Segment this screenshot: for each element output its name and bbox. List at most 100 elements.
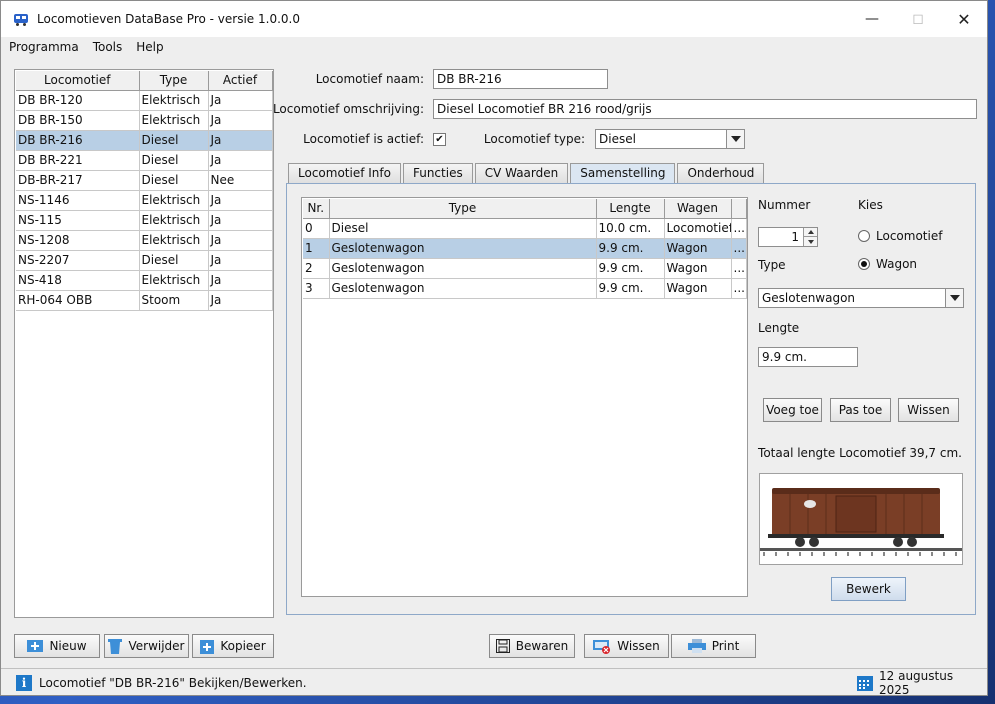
calendar-icon bbox=[857, 675, 873, 691]
nummer-stepper[interactable]: 1 bbox=[758, 227, 818, 247]
voeg-toe-button[interactable]: Voeg toe bbox=[763, 398, 822, 422]
nieuw-button[interactable]: Nieuw bbox=[14, 634, 100, 658]
column-header-locomotief[interactable]: Locomotief bbox=[16, 71, 140, 91]
table-row[interactable]: DB BR-120 Elektrisch Ja bbox=[16, 90, 273, 111]
cell-lengte: 10.0 cm. bbox=[596, 218, 665, 239]
cell-actief: Ja bbox=[208, 290, 273, 311]
bewaren-button[interactable]: Bewaren bbox=[489, 634, 575, 658]
tab-locomotief-info[interactable]: Locomotief Info bbox=[288, 163, 401, 184]
cell-locomotief: NS-115 bbox=[16, 210, 140, 231]
wagon-image bbox=[759, 473, 963, 565]
tab-functies[interactable]: Functies bbox=[402, 163, 473, 184]
menu-help[interactable]: Help bbox=[130, 40, 169, 54]
app-window: Locomotieven DataBase Pro - versie 1.0.0… bbox=[0, 0, 988, 697]
wissen-side-button[interactable]: Wissen bbox=[898, 398, 959, 422]
chevron-up-icon bbox=[808, 230, 814, 234]
table-row[interactable]: RH-064 OBB Stoom Ja bbox=[16, 290, 273, 311]
tab-cv-waarden[interactable]: CV Waarden bbox=[474, 163, 569, 184]
table-row[interactable]: NS-2207 Diesel Ja bbox=[16, 250, 273, 271]
cell-actief: Ja bbox=[208, 210, 273, 231]
description-input[interactable]: Diesel Locomotief BR 216 rood/grijs bbox=[433, 99, 977, 119]
chevron-down-icon bbox=[730, 136, 741, 142]
bewerk-button[interactable]: Bewerk bbox=[831, 577, 906, 601]
cell-edit[interactable]: ... bbox=[731, 218, 747, 239]
verwijder-label: Verwijder bbox=[128, 639, 185, 653]
column-header-wagen[interactable]: Wagen bbox=[664, 199, 732, 219]
wissen-label: Wissen bbox=[617, 639, 660, 653]
wissen-button[interactable]: Wissen bbox=[584, 634, 669, 658]
cell-type: Elektrisch bbox=[139, 230, 209, 251]
table-row[interactable]: DB BR-221 Diesel Ja bbox=[16, 150, 273, 171]
tab-samenstelling[interactable]: Samenstelling bbox=[570, 163, 676, 185]
table-row[interactable]: DB BR-150 Elektrisch Ja bbox=[16, 110, 273, 131]
info-icon: i bbox=[16, 674, 32, 691]
cell-edit[interactable]: ... bbox=[731, 238, 747, 259]
table-row[interactable]: 1 Geslotenwagon 9.9 cm. Wagon... bbox=[303, 238, 747, 259]
table-row[interactable]: 3 Geslotenwagon 9.9 cm. Wagon... bbox=[303, 278, 747, 299]
stepper-down-button[interactable] bbox=[803, 237, 817, 246]
radio-wagon[interactable]: Wagon bbox=[858, 257, 917, 271]
side-type-combo-button[interactable] bbox=[945, 289, 963, 307]
locomotive-table-body: DB BR-120 Elektrisch Ja DB BR-150 Elektrisch… bbox=[16, 90, 273, 311]
active-checkbox[interactable]: ✔ bbox=[433, 133, 446, 146]
cell-locomotief: DB BR-216 bbox=[16, 130, 140, 151]
print-label: Print bbox=[711, 639, 740, 653]
cell-locomotief: NS-1208 bbox=[16, 230, 140, 251]
kopieer-button[interactable]: Kopieer bbox=[192, 634, 274, 658]
side-type-combo[interactable]: Geslotenwagon bbox=[758, 288, 964, 308]
cell-locomotief: RH-064 OBB bbox=[16, 290, 140, 311]
cell-edit[interactable]: ... bbox=[731, 278, 747, 299]
table-row[interactable]: 0 Diesel 10.0 cm. Locomotief... bbox=[303, 218, 747, 239]
cell-wagen: Locomotief bbox=[664, 218, 732, 239]
type-combo-button[interactable] bbox=[726, 130, 744, 148]
table-row[interactable]: DB BR-216 Diesel Ja bbox=[16, 130, 273, 151]
cell-type: Stoom bbox=[139, 290, 209, 311]
cell-type: Elektrisch bbox=[139, 210, 209, 231]
minimize-button[interactable]: — bbox=[849, 1, 895, 37]
cell-nr: 1 bbox=[303, 238, 330, 259]
table-row[interactable]: DB-BR-217 Diesel Nee bbox=[16, 170, 273, 191]
locomotive-table: Locomotief Type Actief DB BR-120 Elektris… bbox=[16, 71, 273, 311]
cell-actief: Ja bbox=[208, 130, 273, 151]
tab-onderhoud[interactable]: Onderhoud bbox=[677, 163, 765, 184]
status-date: 12 augustus 2025 bbox=[879, 668, 954, 697]
nummer-value: 1 bbox=[791, 230, 799, 244]
radio-wagon-label: Wagon bbox=[876, 257, 918, 271]
total-length-text: Totaal lengte Locomotief 39,7 cm. bbox=[758, 446, 962, 460]
stepper-up-button[interactable] bbox=[803, 228, 817, 237]
name-input[interactable]: DB BR-216 bbox=[433, 69, 608, 89]
cell-type: Elektrisch bbox=[139, 90, 209, 111]
column-header-lengte[interactable]: Lengte bbox=[596, 199, 665, 219]
table-row[interactable]: NS-1208 Elektrisch Ja bbox=[16, 230, 273, 251]
close-button[interactable]: ✕ bbox=[941, 1, 987, 37]
cell-type: Elektrisch bbox=[139, 110, 209, 131]
table-row[interactable]: NS-1146 Elektrisch Ja bbox=[16, 190, 273, 211]
cell-type: Diesel bbox=[139, 150, 209, 171]
menu-programma[interactable]: Programma bbox=[3, 40, 85, 54]
type-combo[interactable]: Diesel bbox=[595, 129, 745, 149]
column-header-type[interactable]: Type bbox=[329, 199, 597, 219]
samenstelling-panel: Nr. Type Lengte Wagen 0 Diesel 10.0 cm. Loc… bbox=[286, 183, 976, 615]
lengte-input[interactable]: 9.9 cm. bbox=[758, 347, 858, 367]
table-row[interactable]: NS-418 Elektrisch Ja bbox=[16, 270, 273, 291]
cell-locomotief: DB BR-150 bbox=[16, 110, 140, 131]
cell-type: Diesel bbox=[329, 218, 597, 239]
radio-locomotief[interactable]: Locomotief bbox=[858, 229, 942, 243]
pas-toe-button[interactable]: Pas toe bbox=[830, 398, 891, 422]
nummer-label: Nummer bbox=[758, 198, 811, 212]
kies-label: Kies bbox=[858, 198, 883, 212]
column-header-actief[interactable]: Actief bbox=[208, 71, 273, 91]
cell-edit[interactable]: ... bbox=[731, 258, 747, 279]
column-header-nr[interactable]: Nr. bbox=[303, 199, 330, 219]
status-message: Locomotief "DB BR-216" Bekijken/Bewerken… bbox=[39, 675, 307, 690]
menu-tools[interactable]: Tools bbox=[87, 40, 129, 54]
column-header-type[interactable]: Type bbox=[139, 71, 209, 91]
maximize-button[interactable]: ◻ bbox=[895, 1, 941, 37]
table-row[interactable]: NS-115 Elektrisch Ja bbox=[16, 210, 273, 231]
verwijder-button[interactable]: Verwijder bbox=[104, 634, 189, 658]
print-button[interactable]: Print bbox=[671, 634, 756, 658]
copy-icon bbox=[200, 640, 215, 654]
status-bar: i Locomotief "DB BR-216" Bekijken/Bewerk… bbox=[1, 668, 987, 697]
chevron-down-icon bbox=[949, 295, 960, 301]
table-row[interactable]: 2 Geslotenwagon 9.9 cm. Wagon... bbox=[303, 258, 747, 279]
